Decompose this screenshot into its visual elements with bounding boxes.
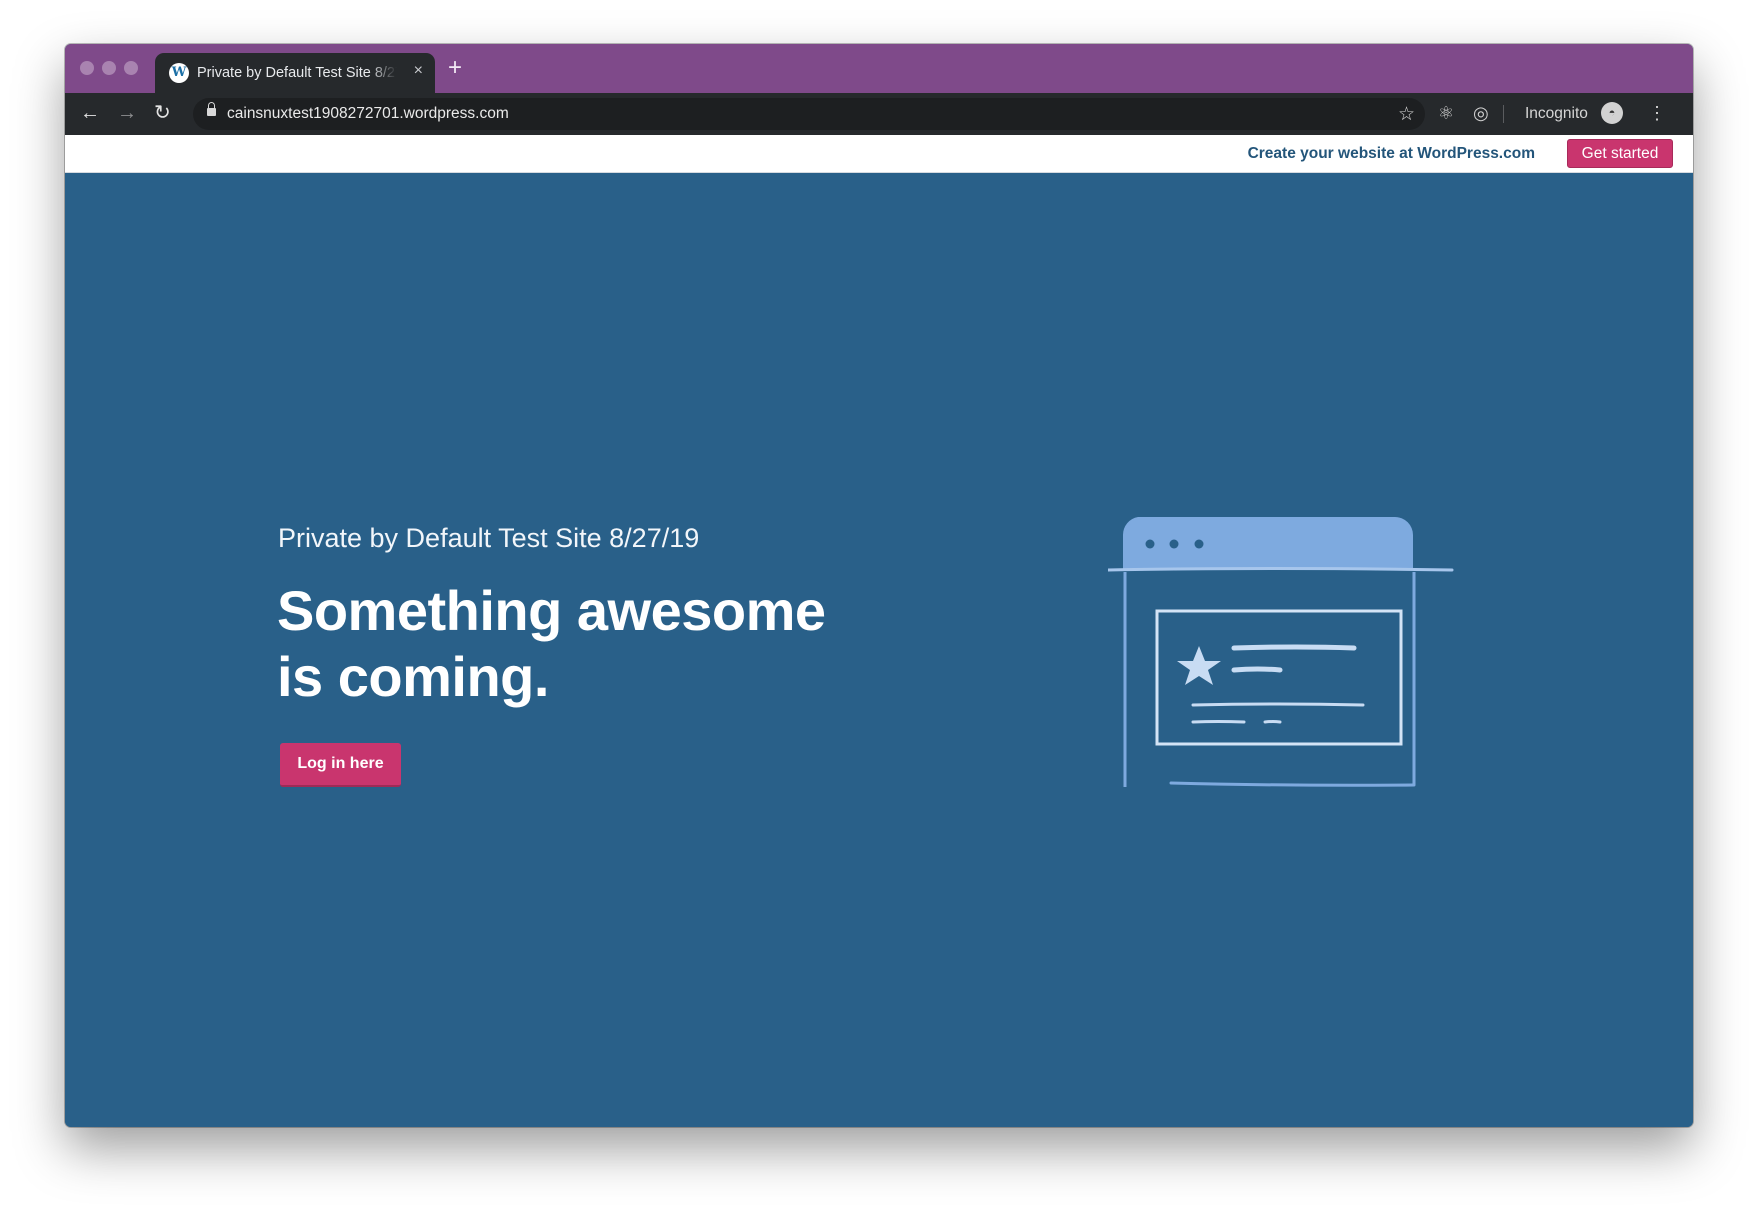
new-tab-button[interactable]: + bbox=[448, 56, 462, 80]
browser-window: W Private by Default Test Site 8/27/19 ×… bbox=[65, 44, 1693, 1127]
browser-toolbar: ← → ↻ cainsnuxtest1908272701.wordpress.c… bbox=[65, 93, 1693, 135]
active-tab[interactable]: W Private by Default Test Site 8/27/19 × bbox=[155, 53, 435, 93]
zoom-window-button[interactable] bbox=[124, 61, 138, 75]
incognito-label: Incognito bbox=[1525, 105, 1588, 122]
toolbar-divider bbox=[1503, 105, 1504, 123]
get-started-button[interactable]: Get started bbox=[1567, 139, 1673, 168]
address-bar[interactable]: cainsnuxtest1908272701.wordpress.com ☆ bbox=[193, 98, 1425, 130]
forward-button[interactable]: → bbox=[117, 102, 137, 124]
browser-window-illustration bbox=[1108, 517, 1454, 787]
headline-line-1: Something awesome bbox=[277, 579, 826, 642]
site-title: Private by Default Test Site 8/27/19 bbox=[278, 523, 700, 553]
create-website-link[interactable]: Create your website at WordPress.com bbox=[1248, 145, 1535, 163]
wordpress-banner: Create your website at WordPress.com Get… bbox=[65, 135, 1693, 173]
bookmark-star-icon[interactable]: ☆ bbox=[1398, 103, 1415, 126]
browser-menu-icon[interactable]: ⋮ bbox=[1648, 100, 1666, 126]
url-text[interactable]: cainsnuxtest1908272701.wordpress.com bbox=[227, 105, 509, 123]
reload-button[interactable]: ↻ bbox=[154, 102, 171, 124]
headline-line-2: is coming. bbox=[277, 645, 549, 708]
lock-icon bbox=[207, 102, 216, 116]
minimize-window-button[interactable] bbox=[102, 61, 116, 75]
close-tab-icon[interactable]: × bbox=[414, 62, 423, 80]
coming-soon-hero: Private by Default Test Site 8/27/19 Som… bbox=[65, 173, 1693, 1127]
tab-title: Private by Default Test Site 8/27/19 bbox=[197, 65, 397, 81]
wordpress-icon: W bbox=[169, 63, 189, 83]
headline: Something awesome is coming. bbox=[277, 578, 937, 710]
incognito-icon[interactable]: ◓ bbox=[1601, 102, 1623, 124]
react-devtools-icon[interactable]: ⚛ bbox=[1438, 102, 1454, 124]
log-in-button[interactable]: Log in here bbox=[280, 743, 401, 787]
tab-strip: W Private by Default Test Site 8/27/19 ×… bbox=[65, 44, 1693, 93]
close-window-button[interactable] bbox=[80, 61, 94, 75]
target-extension-icon[interactable]: ◎ bbox=[1473, 102, 1489, 124]
back-button[interactable]: ← bbox=[80, 102, 100, 124]
